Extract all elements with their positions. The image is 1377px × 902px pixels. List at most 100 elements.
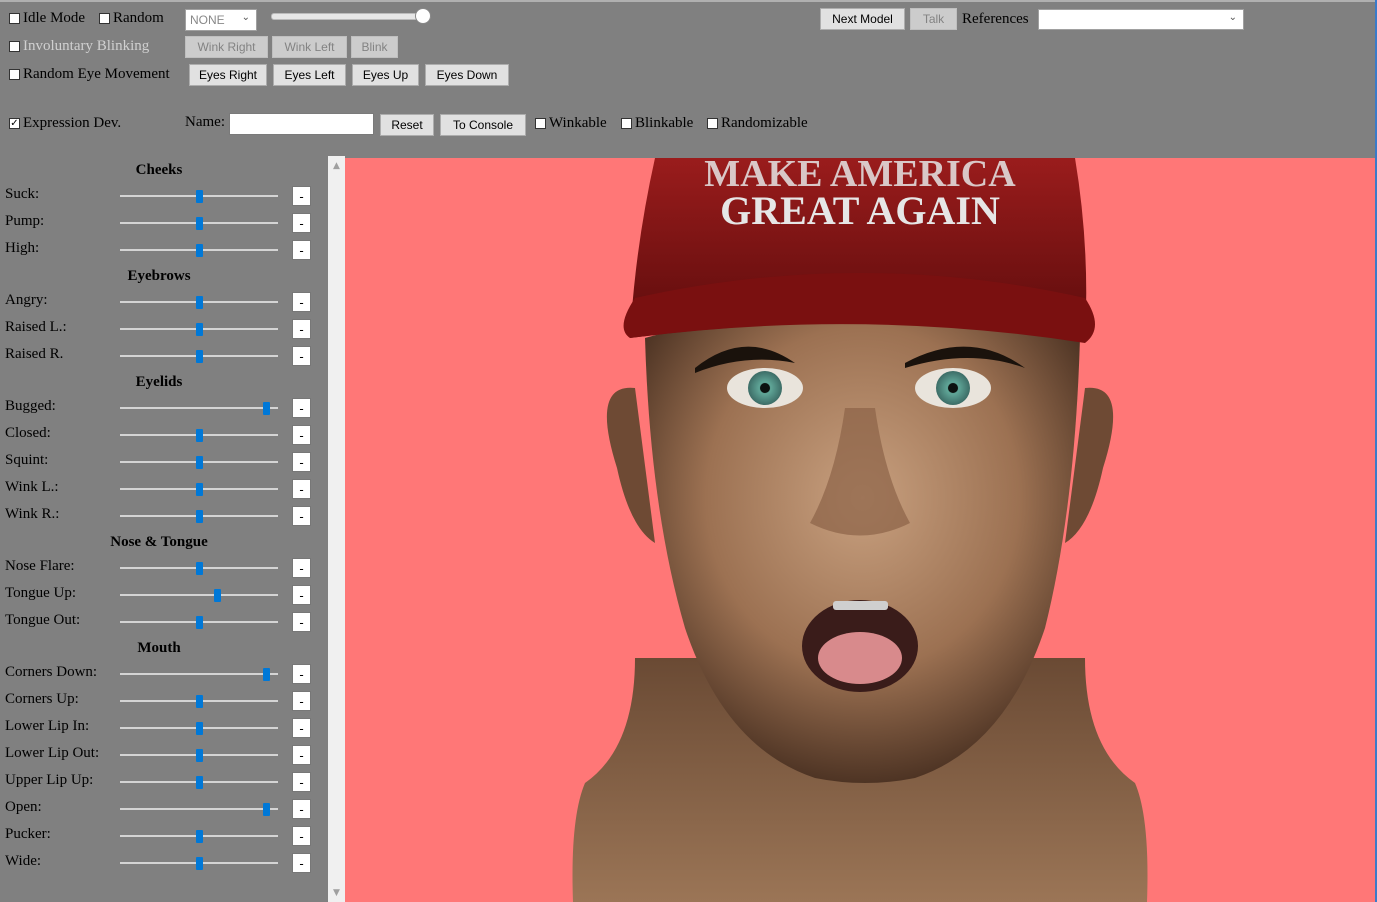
wink-right-button[interactable]: Wink Right bbox=[185, 36, 268, 58]
slider-thumb[interactable] bbox=[196, 776, 203, 789]
slider-thumb[interactable] bbox=[196, 749, 203, 762]
slider-thumb[interactable] bbox=[196, 510, 203, 523]
slider-value-field[interactable]: - bbox=[292, 186, 311, 206]
expression-slider[interactable] bbox=[120, 776, 278, 789]
expression-slider[interactable] bbox=[120, 830, 278, 843]
wink-left-button[interactable]: Wink Left bbox=[272, 36, 347, 58]
involuntary-blinking-checkbox[interactable]: Involuntary Blinking bbox=[9, 38, 149, 55]
panel-scrollbar[interactable]: ▲ ▼ bbox=[328, 156, 345, 902]
slider-thumb[interactable] bbox=[214, 589, 221, 602]
slider-thumb[interactable] bbox=[196, 350, 203, 363]
expression-slider[interactable] bbox=[120, 217, 278, 230]
expression-slider[interactable] bbox=[120, 722, 278, 735]
slider-value-field[interactable]: - bbox=[292, 346, 311, 366]
to-console-button[interactable]: To Console bbox=[440, 114, 526, 136]
eyes-right-button[interactable]: Eyes Right bbox=[189, 64, 267, 86]
blink-button[interactable]: Blink bbox=[351, 36, 398, 58]
expression-slider[interactable] bbox=[120, 323, 278, 336]
randomizable-checkbox-box[interactable] bbox=[707, 118, 718, 129]
expression-slider[interactable] bbox=[120, 429, 278, 442]
next-model-button[interactable]: Next Model bbox=[820, 8, 905, 30]
blinkable-checkbox-box[interactable] bbox=[621, 118, 632, 129]
slider-value-field[interactable]: - bbox=[292, 826, 311, 846]
top-slider[interactable] bbox=[271, 8, 431, 24]
expression-dev-checkbox[interactable]: ✓ Expression Dev. bbox=[9, 115, 121, 132]
slider-value-field[interactable]: - bbox=[292, 452, 311, 472]
scroll-down-icon[interactable]: ▼ bbox=[328, 888, 345, 898]
slider-thumb[interactable] bbox=[196, 217, 203, 230]
expression-slider[interactable] bbox=[120, 296, 278, 309]
winkable-checkbox[interactable]: Winkable bbox=[535, 115, 607, 132]
slider-value-field[interactable]: - bbox=[292, 612, 311, 632]
expression-slider[interactable] bbox=[120, 589, 278, 602]
slider-thumb[interactable] bbox=[196, 456, 203, 469]
slider-value-field[interactable]: - bbox=[292, 585, 311, 605]
slider-thumb[interactable] bbox=[196, 483, 203, 496]
eyes-up-button[interactable]: Eyes Up bbox=[352, 64, 419, 86]
idle-mode-checkbox-box[interactable] bbox=[9, 13, 20, 24]
slider-value-field[interactable]: - bbox=[292, 506, 311, 526]
mode-select[interactable]: NONE ⌄ bbox=[185, 9, 257, 31]
expression-slider[interactable] bbox=[120, 190, 278, 203]
name-input[interactable] bbox=[229, 113, 374, 135]
expression-slider[interactable] bbox=[120, 695, 278, 708]
slider-thumb[interactable] bbox=[196, 296, 203, 309]
eyes-down-button[interactable]: Eyes Down bbox=[425, 64, 509, 86]
random-eye-movement-checkbox[interactable]: Random Eye Movement bbox=[9, 66, 170, 83]
references-select[interactable]: ⌄ bbox=[1038, 9, 1244, 30]
slider-value-field[interactable]: - bbox=[292, 558, 311, 578]
expression-dev-checkbox-box[interactable]: ✓ bbox=[9, 118, 20, 129]
3d-viewport[interactable]: MAKE AMERICA GREAT AGAIN bbox=[345, 158, 1375, 902]
involuntary-blinking-checkbox-box[interactable] bbox=[9, 41, 20, 52]
blinkable-checkbox[interactable]: Blinkable bbox=[621, 115, 693, 132]
slider-thumb[interactable] bbox=[196, 616, 203, 629]
top-slider-thumb[interactable] bbox=[415, 8, 431, 24]
slider-thumb[interactable] bbox=[196, 857, 203, 870]
expression-slider[interactable] bbox=[120, 616, 278, 629]
slider-thumb[interactable] bbox=[196, 695, 203, 708]
slider-value-field[interactable]: - bbox=[292, 745, 311, 765]
expression-slider[interactable] bbox=[120, 402, 278, 415]
slider-value-field[interactable]: - bbox=[292, 772, 311, 792]
winkable-checkbox-box[interactable] bbox=[535, 118, 546, 129]
slider-value-field[interactable]: - bbox=[292, 398, 311, 418]
slider-value-field[interactable]: - bbox=[292, 799, 311, 819]
slider-thumb[interactable] bbox=[263, 668, 270, 681]
reset-button[interactable]: Reset bbox=[380, 114, 434, 136]
slider-value-field[interactable]: - bbox=[292, 853, 311, 873]
slider-thumb[interactable] bbox=[196, 562, 203, 575]
slider-thumb[interactable] bbox=[196, 830, 203, 843]
slider-thumb[interactable] bbox=[196, 244, 203, 257]
slider-value-field[interactable]: - bbox=[292, 213, 311, 233]
idle-mode-checkbox[interactable]: Idle Mode bbox=[9, 10, 85, 27]
expression-slider[interactable] bbox=[120, 244, 278, 257]
slider-thumb[interactable] bbox=[196, 722, 203, 735]
randomizable-checkbox[interactable]: Randomizable bbox=[707, 115, 808, 132]
slider-value-field[interactable]: - bbox=[292, 479, 311, 499]
scroll-up-icon[interactable]: ▲ bbox=[328, 161, 345, 171]
slider-thumb[interactable] bbox=[196, 323, 203, 336]
slider-value-field[interactable]: - bbox=[292, 292, 311, 312]
random-eye-movement-checkbox-box[interactable] bbox=[9, 69, 20, 80]
expression-slider[interactable] bbox=[120, 857, 278, 870]
slider-thumb[interactable] bbox=[263, 402, 270, 415]
slider-value-field[interactable]: - bbox=[292, 664, 311, 684]
expression-slider[interactable] bbox=[120, 483, 278, 496]
random-checkbox[interactable]: Random bbox=[99, 10, 164, 27]
slider-value-field[interactable]: - bbox=[292, 319, 311, 339]
expression-slider[interactable] bbox=[120, 510, 278, 523]
slider-value-field[interactable]: - bbox=[292, 691, 311, 711]
talk-button[interactable]: Talk bbox=[910, 8, 957, 30]
expression-slider[interactable] bbox=[120, 456, 278, 469]
expression-slider[interactable] bbox=[120, 350, 278, 363]
slider-value-field[interactable]: - bbox=[292, 425, 311, 445]
slider-value-field[interactable]: - bbox=[292, 240, 311, 260]
expression-slider[interactable] bbox=[120, 668, 278, 681]
slider-value-field[interactable]: - bbox=[292, 718, 311, 738]
random-checkbox-box[interactable] bbox=[99, 13, 110, 24]
expression-slider[interactable] bbox=[120, 562, 278, 575]
slider-thumb[interactable] bbox=[263, 803, 270, 816]
expression-slider[interactable] bbox=[120, 803, 278, 816]
eyes-left-button[interactable]: Eyes Left bbox=[273, 64, 346, 86]
slider-thumb[interactable] bbox=[196, 429, 203, 442]
